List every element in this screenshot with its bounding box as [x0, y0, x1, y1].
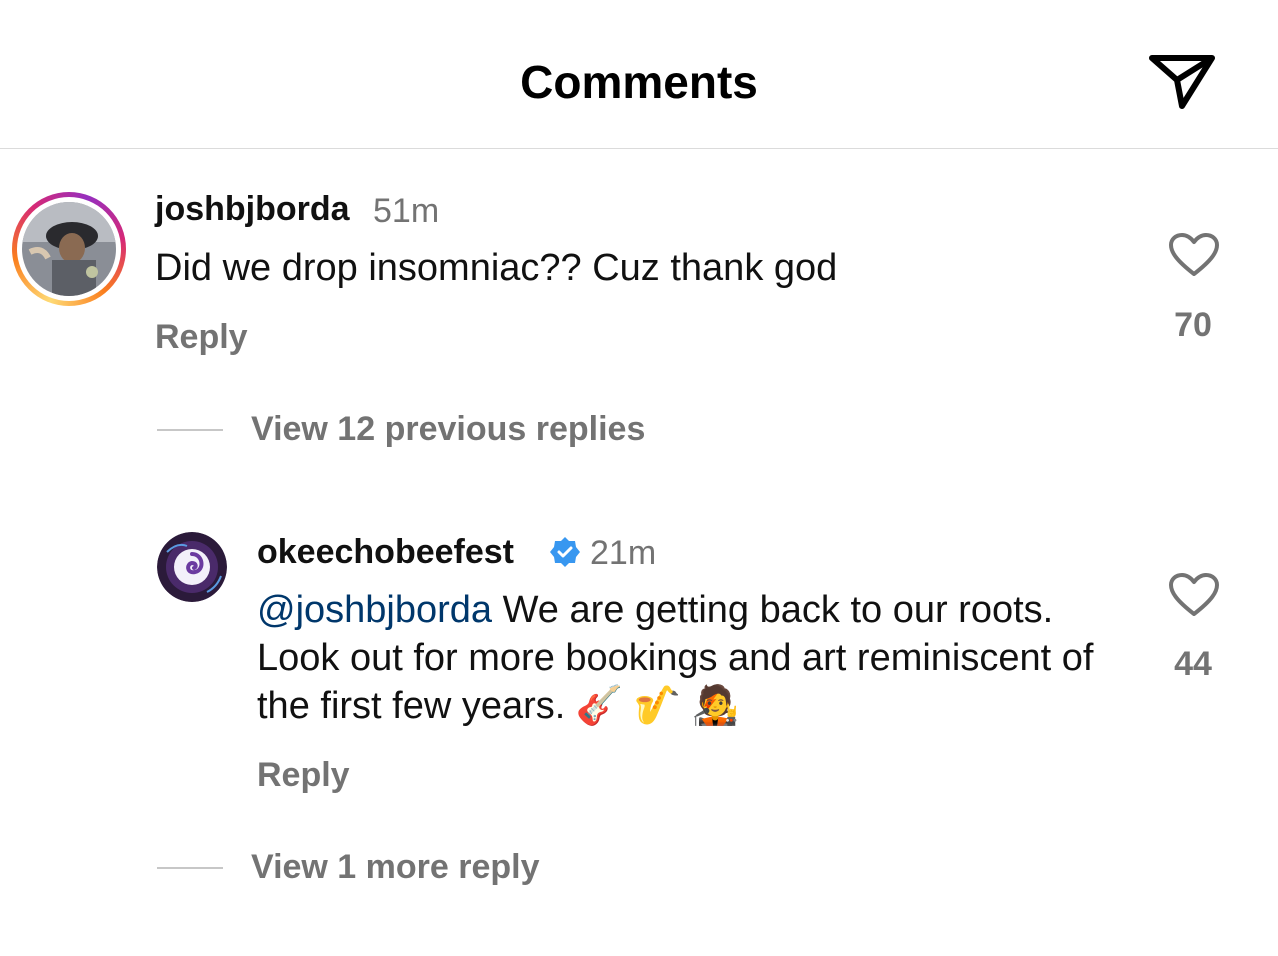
view-more-replies-button[interactable]: View 1 more reply: [251, 848, 540, 887]
heart-icon[interactable]: [1168, 232, 1220, 278]
verified-badge-icon: [550, 537, 580, 567]
avatar[interactable]: [22, 202, 116, 296]
heart-icon[interactable]: [1168, 572, 1220, 618]
comment-text: Did we drop insomniac?? Cuz thank god: [155, 247, 838, 289]
divider-line: [157, 429, 223, 431]
avatar[interactable]: [157, 532, 227, 602]
like-count: 44: [1174, 645, 1212, 683]
reply-username[interactable]: okeechobeefest: [257, 533, 514, 572]
comments-header: Comments: [0, 0, 1278, 149]
reply-button[interactable]: Reply: [257, 756, 350, 795]
mention-link[interactable]: @joshbjborda: [257, 589, 492, 631]
reply-timestamp: 21m: [590, 534, 657, 572]
page-title: Comments: [520, 56, 758, 108]
like-count: 70: [1174, 306, 1212, 344]
comment-timestamp: 51m: [373, 192, 440, 230]
reply-button[interactable]: Reply: [155, 318, 248, 357]
comment-username[interactable]: joshbjborda: [155, 190, 350, 229]
avatar-story-ring[interactable]: [12, 192, 126, 306]
paper-plane-icon[interactable]: [1146, 50, 1218, 110]
reply-text: @joshbjborda We are getting back to our …: [257, 586, 1137, 730]
view-previous-replies-button[interactable]: View 12 previous replies: [251, 410, 645, 449]
divider-line: [157, 867, 223, 869]
